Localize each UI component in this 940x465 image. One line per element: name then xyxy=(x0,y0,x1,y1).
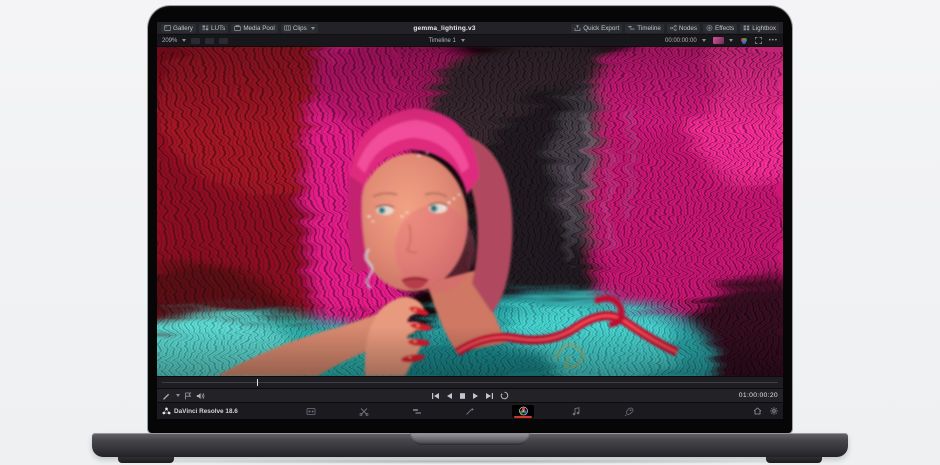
fusion-page-icon xyxy=(465,407,475,416)
page-button-cut[interactable] xyxy=(353,405,375,418)
chevron-down-icon xyxy=(182,39,186,42)
loop-button[interactable] xyxy=(500,391,509,400)
lid-thumb-scoop xyxy=(410,433,530,445)
edit-page-icon xyxy=(412,407,422,416)
page-button-deliver[interactable] xyxy=(618,405,640,418)
quick-export-icon xyxy=(574,25,581,31)
viewer-options-bar: 209% Timeline 1 00:00:00:00 xyxy=(157,35,783,47)
top-toolbar: Gallery LUTs Media Pool Clips xyxy=(157,22,783,35)
viewer-scrubber[interactable] xyxy=(157,376,783,388)
flag-icon[interactable] xyxy=(184,392,192,400)
more-options-icon[interactable]: ••• xyxy=(769,38,778,44)
chevron-down-icon xyxy=(461,39,465,42)
stop-button[interactable] xyxy=(459,392,466,400)
chevron-down-icon xyxy=(702,39,706,42)
gear-icon[interactable] xyxy=(770,407,778,415)
gallery-icon xyxy=(164,25,171,31)
page-button-fusion[interactable] xyxy=(459,405,481,418)
zoom-level-select[interactable]: 209% xyxy=(162,38,177,44)
color-page-icon xyxy=(518,406,529,416)
fairlight-page-icon xyxy=(571,407,581,416)
laptop-screen: Gallery LUTs Media Pool Clips xyxy=(148,6,792,433)
viewer-zoom-group: 209% xyxy=(162,38,228,44)
transport-controls xyxy=(157,391,783,400)
expand-viewer-icon[interactable] xyxy=(755,37,762,44)
lightbox-label: Lightbox xyxy=(752,25,776,32)
media-pool-label: Media Pool xyxy=(243,25,275,32)
skip-end-button[interactable] xyxy=(485,392,494,400)
effects-icon xyxy=(706,25,713,31)
toolbar-right-group: Quick Export Timeline Nodes Effects xyxy=(571,24,779,33)
color-wheels-icon[interactable] xyxy=(740,37,748,45)
deliver-page-icon xyxy=(624,407,634,416)
viewer-canvas[interactable] xyxy=(157,47,783,376)
page-button-edit[interactable] xyxy=(406,405,428,418)
luts-label: LUTs xyxy=(211,25,225,32)
effects-button[interactable]: Effects xyxy=(703,24,737,33)
cut-page-icon xyxy=(359,407,369,416)
effects-label: Effects xyxy=(715,25,734,32)
gallery-label: Gallery xyxy=(173,25,193,32)
timeline-select-group[interactable]: Timeline 1 xyxy=(428,38,464,44)
luts-button[interactable]: LUTs xyxy=(199,24,228,33)
chevron-down-icon xyxy=(176,394,180,397)
lightbox-icon xyxy=(743,25,750,31)
app-version: DaVinci Resolve 18.6 xyxy=(162,407,238,415)
gallery-button[interactable]: Gallery xyxy=(161,24,196,33)
timeline-button[interactable]: Timeline xyxy=(625,24,664,33)
status-right-group xyxy=(753,407,778,415)
quick-export-label: Quick Export xyxy=(583,25,619,32)
viewer-mode-toggle-3[interactable] xyxy=(219,38,228,44)
luts-icon xyxy=(202,25,209,31)
page-navigation-bar: DaVinci Resolve 18.6 xyxy=(157,402,783,419)
home-icon[interactable] xyxy=(753,407,762,415)
viewer-right-group: 00:00:00:00 ••• xyxy=(665,37,778,45)
timeline-label: Timeline xyxy=(637,25,661,32)
media-pool-button[interactable]: Media Pool xyxy=(231,24,278,33)
chevron-down-icon xyxy=(729,39,733,42)
nodes-icon xyxy=(670,25,677,31)
annotate-pen-icon[interactable] xyxy=(162,392,170,400)
clips-icon xyxy=(284,25,291,31)
media-pool-icon xyxy=(234,25,241,31)
speaker-icon[interactable] xyxy=(196,392,205,400)
viewer-image xyxy=(157,47,783,376)
transport-bar: 01:00:00:20 xyxy=(157,388,783,402)
viewer-tools-group xyxy=(162,392,205,400)
quick-export-button[interactable]: Quick Export xyxy=(571,24,622,33)
timeline-select-label: Timeline 1 xyxy=(428,38,455,44)
page-button-color[interactable] xyxy=(512,405,534,418)
project-title: gemma_lighting.v3 xyxy=(413,25,475,32)
master-timecode: 01:00:00:20 xyxy=(739,392,778,399)
scrubber-track xyxy=(162,382,778,383)
chevron-down-icon xyxy=(311,27,315,30)
macbook-pro: Gallery LUTs Media Pool Clips xyxy=(0,0,940,465)
desk-shadow xyxy=(100,459,840,464)
timeline-icon xyxy=(628,25,635,31)
play-button[interactable] xyxy=(472,392,479,400)
page-button-media[interactable] xyxy=(300,405,322,418)
app-version-label: DaVinci Resolve 18.6 xyxy=(174,408,238,415)
davinci-logo-icon xyxy=(162,407,171,415)
media-page-icon xyxy=(306,407,316,416)
clips-label: Clips xyxy=(293,25,307,32)
davinci-resolve-window: Gallery LUTs Media Pool Clips xyxy=(157,22,783,419)
toolbar-left-group: Gallery LUTs Media Pool Clips xyxy=(161,24,318,33)
playhead-marker[interactable] xyxy=(257,379,258,386)
viewer-mode-toggle-1[interactable] xyxy=(191,38,200,44)
laptop-base xyxy=(92,433,848,457)
play-reverse-button[interactable] xyxy=(446,392,453,400)
page-buttons xyxy=(157,405,783,418)
lightbox-button[interactable]: Lightbox xyxy=(740,24,779,33)
page-button-fairlight[interactable] xyxy=(565,405,587,418)
clips-button[interactable]: Clips xyxy=(281,24,318,33)
nodes-label: Nodes xyxy=(679,25,697,32)
nodes-button[interactable]: Nodes xyxy=(667,24,700,33)
source-timecode: 00:00:00:00 xyxy=(665,38,697,44)
skip-start-button[interactable] xyxy=(431,392,440,400)
viewer-mode-toggle-2[interactable] xyxy=(205,38,214,44)
clip-thumbnail-select[interactable] xyxy=(713,37,724,44)
